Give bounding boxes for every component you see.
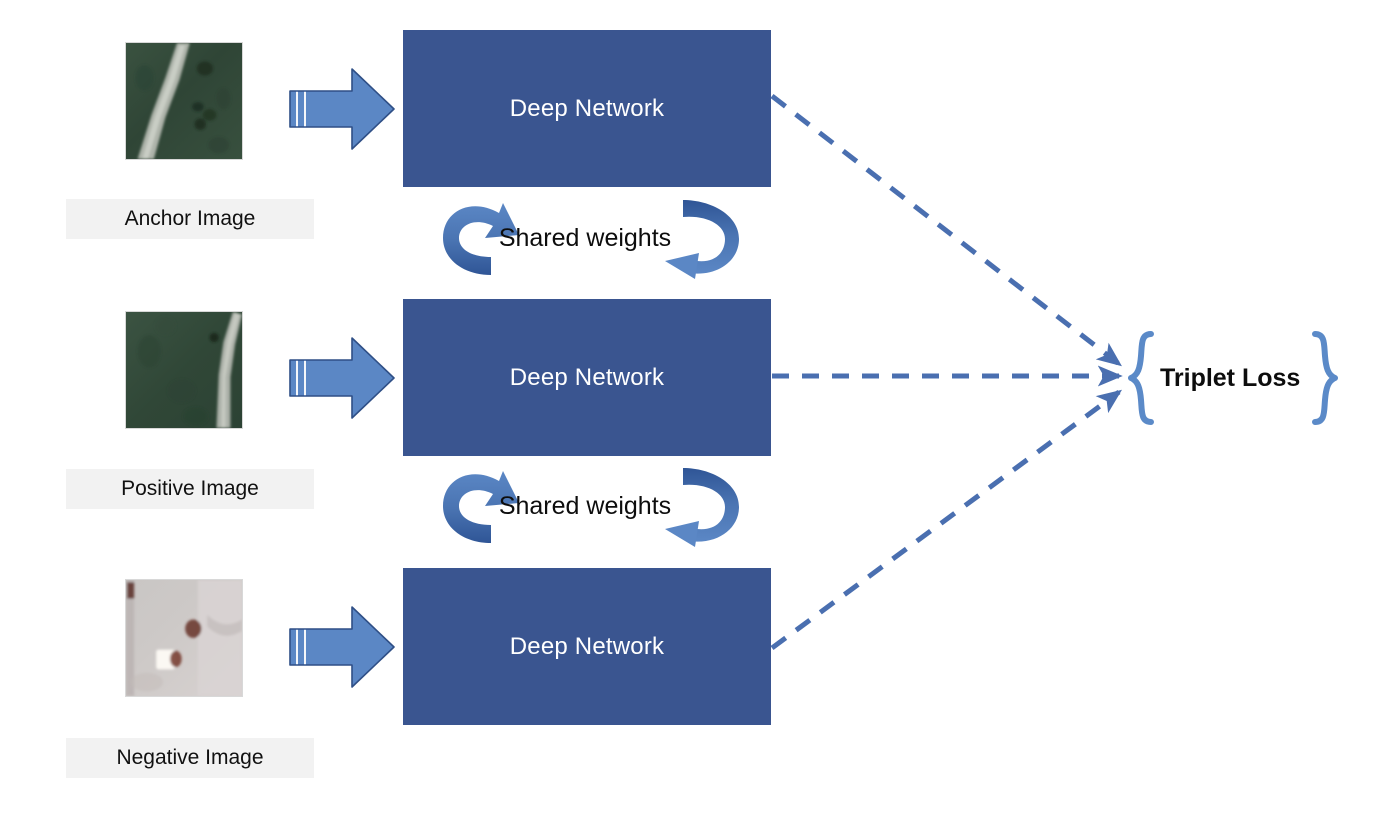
loss-connector-layer	[770, 94, 1123, 651]
triplet-loss-left-brace	[1126, 330, 1156, 426]
triplet-loss-right-brace	[1310, 330, 1340, 426]
dashed-arrow-anchor-to-loss	[770, 94, 1122, 367]
dashed-arrow-negative-to-loss	[770, 389, 1123, 651]
diagram-canvas: Anchor Image Positive Image Negative Ima…	[0, 0, 1400, 816]
triplet-loss-label: Triplet Loss	[1160, 364, 1301, 392]
